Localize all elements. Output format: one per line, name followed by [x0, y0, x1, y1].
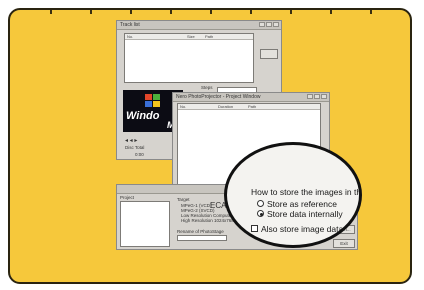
frame-tick	[250, 10, 252, 14]
magnifier-circle: How to store the images in the pro Store…	[224, 142, 362, 248]
track-list-header: No. Size Path	[125, 34, 253, 40]
frame-tick	[170, 10, 172, 14]
logo-text-windows: Windo	[126, 110, 160, 122]
target-option-4[interactable]: High Resolution 1024x768	[181, 218, 234, 223]
column-header-duration[interactable]: Duration	[218, 104, 233, 109]
steps-label: Steps	[201, 85, 213, 90]
window-titlebar: Nero PhotoProjector - Project Window	[173, 93, 329, 102]
frame-tick	[330, 10, 332, 14]
project-list[interactable]	[120, 201, 170, 247]
store-internal-label: Store data internally	[267, 209, 343, 219]
column-header-size[interactable]: Size	[187, 34, 195, 39]
window-title: Track list	[120, 22, 140, 28]
project-label: Project	[120, 195, 135, 200]
column-header-no[interactable]: No.	[127, 34, 133, 39]
column-header-no[interactable]: No.	[180, 104, 186, 109]
close-button[interactable]	[273, 22, 279, 27]
logo-flag-red	[145, 94, 152, 100]
window-controls	[307, 94, 327, 99]
frame-tick	[370, 10, 372, 14]
column-header-path[interactable]: Path	[248, 104, 256, 109]
minimize-button[interactable]	[307, 94, 313, 99]
disc-total-value: 0:00	[135, 152, 144, 157]
frame-tick	[50, 10, 52, 14]
track-list[interactable]: No. Size Path	[124, 33, 254, 83]
logo-flag-yellow	[153, 101, 160, 107]
rename-label: Rename of PhotoStage	[177, 229, 224, 234]
maximize-button[interactable]	[314, 94, 320, 99]
store-image-data-checkbox[interactable]	[251, 225, 258, 232]
column-header-path[interactable]: Path	[205, 34, 213, 39]
play-controls-icon[interactable]: ◂ ◂ ▸	[125, 137, 137, 144]
logo-flag-blue	[145, 101, 152, 107]
disc-total-label: Disc Total	[125, 145, 145, 150]
window-controls	[259, 22, 279, 27]
rename-field[interactable]	[177, 235, 227, 241]
store-reference-radio[interactable]	[257, 200, 264, 207]
window-titlebar: Track list	[117, 21, 281, 30]
logo-flag-green	[153, 94, 160, 100]
minimize-button[interactable]	[259, 22, 265, 27]
window-title: Nero PhotoProjector - Project Window	[176, 94, 261, 100]
frame-tick	[130, 10, 132, 14]
store-image-data-label: Also store image data into P	[261, 224, 362, 234]
frame-tick	[210, 10, 212, 14]
image-list-header: No. Duration Path	[178, 104, 320, 110]
target-label: Target	[177, 197, 190, 202]
storage-heading: How to store the images in the pro	[251, 187, 362, 197]
side-button[interactable]	[260, 49, 278, 59]
close-button[interactable]	[321, 94, 327, 99]
store-reference-label: Store as reference	[267, 199, 337, 209]
maximize-button[interactable]	[266, 22, 272, 27]
exit-button[interactable]: Exit	[333, 239, 355, 248]
frame-tick	[290, 10, 292, 14]
store-internal-radio[interactable]	[257, 210, 264, 217]
frame-tick	[90, 10, 92, 14]
